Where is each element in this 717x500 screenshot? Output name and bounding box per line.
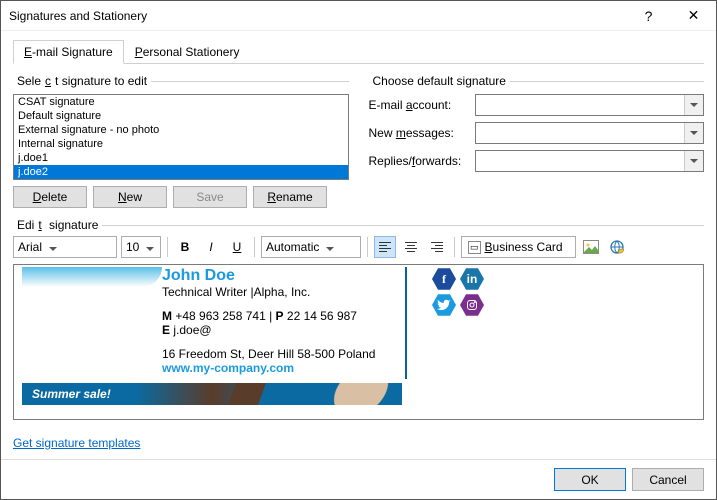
promo-banner: Summer sale!	[22, 383, 402, 405]
signature-logo-area	[22, 267, 162, 379]
font-family-select[interactable]: Arial	[13, 236, 117, 258]
new-messages-select[interactable]	[475, 122, 705, 144]
align-center-button[interactable]	[400, 236, 422, 258]
font-size-select[interactable]: 10	[121, 236, 161, 258]
signature-action-buttons: Delete New Save Rename DeleteNewRename	[13, 186, 349, 208]
instagram-icon	[460, 293, 484, 317]
business-card-button[interactable]: ▭Business Card	[461, 236, 576, 258]
delete-button[interactable]: Delete	[13, 186, 87, 208]
edit-signature-section: Edit signature Edit signature Arial 10 B…	[13, 218, 704, 420]
close-button[interactable]: ✕	[671, 1, 716, 31]
insert-hyperlink-button[interactable]	[606, 236, 628, 258]
list-item[interactable]: j.doe1	[14, 151, 348, 165]
company-logo	[22, 267, 162, 287]
tab-strip: E-mail Signature Personal Stationery E-m…	[13, 39, 704, 64]
replies-forwards-label: Replies/forwards:	[369, 154, 469, 168]
format-toolbar: Arial 10 B I U Automatic ▭Business Card …	[13, 232, 704, 262]
signature-editor[interactable]: John Doe Technical Writer |Alpha, Inc. M…	[13, 264, 704, 420]
separator	[454, 237, 455, 257]
signature-phone: M +48 963 258 741 | P 22 14 56 987	[162, 309, 375, 323]
align-left-button[interactable]	[374, 236, 396, 258]
new-button[interactable]: New	[93, 186, 167, 208]
font-color-select[interactable]: Automatic	[261, 236, 361, 258]
signature-address: 16 Freedom St, Deer Hill 58-500 Poland	[162, 347, 375, 361]
list-item[interactable]: Internal signature	[14, 137, 348, 151]
signature-email: E j.doe@	[162, 323, 375, 337]
tab-email-signature[interactable]: E-mail Signature	[13, 40, 124, 64]
titlebar: Signatures and Stationery ? ✕	[1, 1, 716, 31]
italic-button[interactable]: I	[200, 236, 222, 258]
group-select-signature: Select signature to edit Select signatur…	[13, 74, 349, 208]
new-messages-label: New messages:	[369, 126, 469, 140]
social-icons: f in	[432, 267, 486, 317]
replies-forwards-select[interactable]	[475, 150, 705, 172]
separator	[254, 237, 255, 257]
save-button: Save	[173, 186, 247, 208]
get-templates-link[interactable]: Get signature templates	[13, 436, 704, 450]
align-right-button[interactable]	[426, 236, 448, 258]
signature-website: www.my-company.com	[162, 361, 375, 375]
window-title: Signatures and Stationery	[9, 9, 626, 23]
list-item[interactable]: Default signature	[14, 109, 348, 123]
facebook-icon: f	[432, 267, 456, 291]
signature-title: Technical Writer |Alpha, Inc.	[162, 285, 375, 299]
rename-button[interactable]: Rename	[253, 186, 327, 208]
content-area: E-mail Signature Personal Stationery E-m…	[1, 31, 716, 459]
signature-text: John Doe Technical Writer |Alpha, Inc. M…	[162, 267, 407, 379]
select-signature-label: Select signature to edit	[13, 74, 151, 88]
group-default-signature: Choose default signature E-mail account:…	[369, 74, 705, 208]
linkedin-icon: in	[460, 267, 484, 291]
email-account-select[interactable]	[475, 94, 705, 116]
list-item[interactable]: j.doe2	[14, 165, 348, 179]
dialog-window: Signatures and Stationery ? ✕ E-mail Sig…	[0, 0, 717, 500]
edit-signature-label: Edit signature	[13, 218, 102, 232]
tab-personal-stationery[interactable]: Personal Stationery	[124, 40, 251, 64]
help-button[interactable]: ?	[626, 1, 671, 31]
underline-button[interactable]: U	[226, 236, 248, 258]
signature-name: John Doe	[162, 267, 375, 285]
twitter-icon	[432, 293, 456, 317]
email-account-label: E-mail account:	[369, 98, 469, 112]
dialog-footer: OK Cancel	[1, 459, 716, 499]
list-item[interactable]: CSAT signature	[14, 95, 348, 109]
cancel-button[interactable]: Cancel	[632, 468, 704, 491]
default-signature-label: Choose default signature	[369, 74, 510, 88]
upper-row: Select signature to edit Select signatur…	[13, 74, 704, 208]
list-item[interactable]: External signature - no photo	[14, 123, 348, 137]
bold-button[interactable]: B	[174, 236, 196, 258]
signature-listbox[interactable]: CSAT signature Default signature Externa…	[13, 94, 349, 180]
ok-button[interactable]: OK	[554, 468, 626, 491]
separator	[367, 237, 368, 257]
separator	[167, 237, 168, 257]
insert-picture-button[interactable]	[580, 236, 602, 258]
